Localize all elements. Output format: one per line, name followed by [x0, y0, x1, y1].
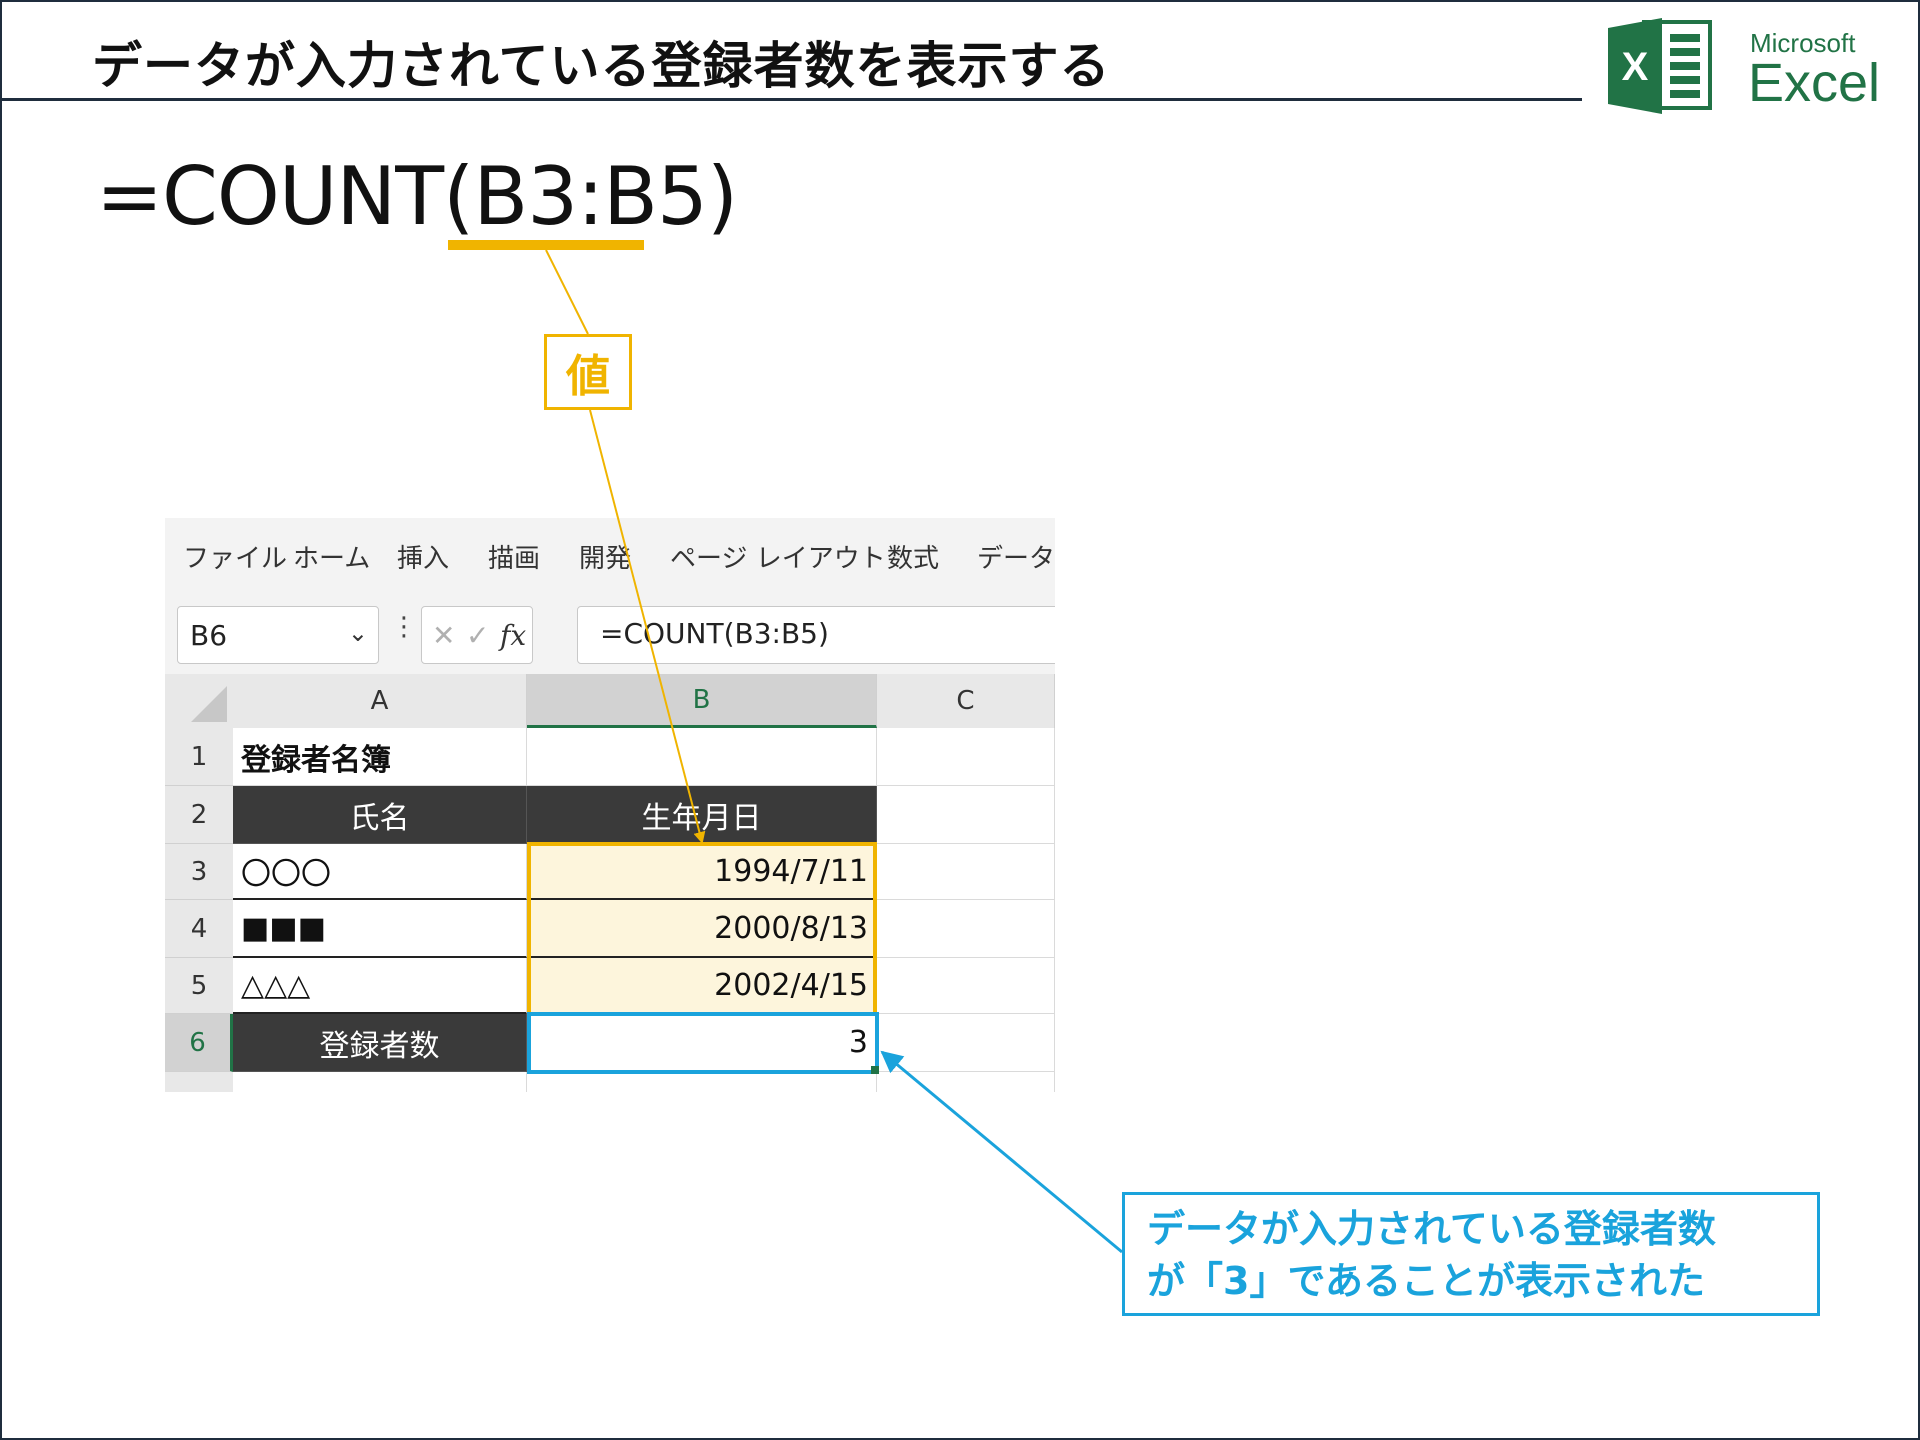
row-header-5[interactable]: 5	[165, 958, 233, 1014]
row-header-2[interactable]: 2	[165, 786, 233, 844]
enter-icon[interactable]: ✓	[466, 619, 489, 652]
column-header-c[interactable]: C	[877, 674, 1055, 728]
cell-c7[interactable]	[877, 1072, 1055, 1092]
range-argument-underline	[448, 240, 644, 250]
logo-excel-text: Excel	[1748, 53, 1881, 113]
cell-a5[interactable]: △△△	[233, 958, 527, 1014]
tab-file[interactable]: ファイル	[183, 538, 287, 575]
result-callout: データが入力されている登録者数 が「3」であることが表示された	[1122, 1192, 1820, 1316]
more-options-icon[interactable]: ⋮	[391, 612, 417, 642]
title-divider	[0, 98, 1582, 101]
row-header-6[interactable]: 6	[165, 1014, 233, 1072]
column-header-b[interactable]: B	[527, 674, 877, 728]
tab-insert[interactable]: 挿入	[397, 538, 449, 575]
cell-b6[interactable]: 3	[527, 1014, 877, 1072]
cell-b1[interactable]	[527, 728, 877, 786]
row-header-1[interactable]: 1	[165, 728, 233, 786]
cell-b4[interactable]: 2000/8/13	[527, 900, 877, 958]
cell-b5[interactable]: 2002/4/15	[527, 958, 877, 1014]
excel-logo-letter: X	[1622, 45, 1649, 89]
column-header-a[interactable]: A	[233, 674, 527, 728]
cell-c6[interactable]	[877, 1014, 1055, 1072]
cell-a2[interactable]: 氏名	[233, 786, 527, 844]
excel-screenshot: ファイル ホーム 挿入 描画 開発 ページ レイアウト 数式 データ B6 ⌄ …	[165, 518, 1055, 1092]
callout-line-1: データが入力されている登録者数	[1147, 1207, 1716, 1251]
cell-a7[interactable]	[233, 1072, 527, 1092]
value-label: 値	[544, 334, 632, 410]
cell-b2[interactable]: 生年月日	[527, 786, 877, 844]
select-all-icon	[191, 686, 227, 722]
excel-logo-icon: X	[1608, 18, 1712, 114]
cell-a1[interactable]: 登録者名簿	[233, 728, 527, 786]
tab-page-layout[interactable]: ページ レイアウト	[670, 538, 886, 575]
page-title: データが入力されている登録者数を表示する	[92, 37, 1111, 95]
cell-b3[interactable]: 1994/7/11	[527, 844, 877, 900]
row-header-4[interactable]: 4	[165, 900, 233, 958]
cell-a6[interactable]: 登録者数	[233, 1014, 527, 1072]
fill-handle[interactable]	[871, 1066, 879, 1074]
cell-a4[interactable]: ■■■	[233, 900, 527, 958]
cell-b7[interactable]	[527, 1072, 877, 1092]
row-header-3[interactable]: 3	[165, 844, 233, 900]
chevron-down-icon[interactable]: ⌄	[348, 619, 368, 647]
spreadsheet-grid: A B C 1 2 3 4 5 6 登録者名簿 氏名 生年月日 〇〇〇 1994…	[165, 674, 1055, 1092]
insert-function-icon[interactable]: fx	[500, 619, 526, 652]
cell-a3[interactable]: 〇〇〇	[233, 844, 527, 900]
tab-formulas[interactable]: 数式	[887, 538, 939, 575]
name-box-value: B6	[190, 619, 228, 652]
tab-draw[interactable]: 描画	[488, 538, 540, 575]
tab-data[interactable]: データ	[977, 538, 1055, 575]
tab-home[interactable]: ホーム	[293, 538, 370, 575]
row-header-7[interactable]	[165, 1072, 233, 1092]
formula-input[interactable]: =COUNT(B3:B5)	[577, 606, 1055, 664]
cell-c4[interactable]	[877, 900, 1055, 958]
cell-c1[interactable]	[877, 728, 1055, 786]
callout-line-2: が「3」であることが表示された	[1147, 1259, 1706, 1303]
cell-c5[interactable]	[877, 958, 1055, 1014]
select-all-corner[interactable]	[165, 674, 233, 728]
formula-heading: =COUNT(B3:B5)	[96, 150, 738, 243]
tab-developer[interactable]: 開発	[579, 538, 631, 575]
ribbon-tabs: ファイル ホーム 挿入 描画 開発 ページ レイアウト 数式 データ	[165, 518, 1055, 592]
formula-input-text: =COUNT(B3:B5)	[600, 617, 829, 650]
cancel-icon[interactable]: ✕	[432, 619, 455, 652]
formula-buttons: ✕ ✓ fx	[421, 606, 533, 664]
cell-c2[interactable]	[877, 786, 1055, 844]
name-box[interactable]: B6 ⌄	[177, 606, 379, 664]
cell-c3[interactable]	[877, 844, 1055, 900]
